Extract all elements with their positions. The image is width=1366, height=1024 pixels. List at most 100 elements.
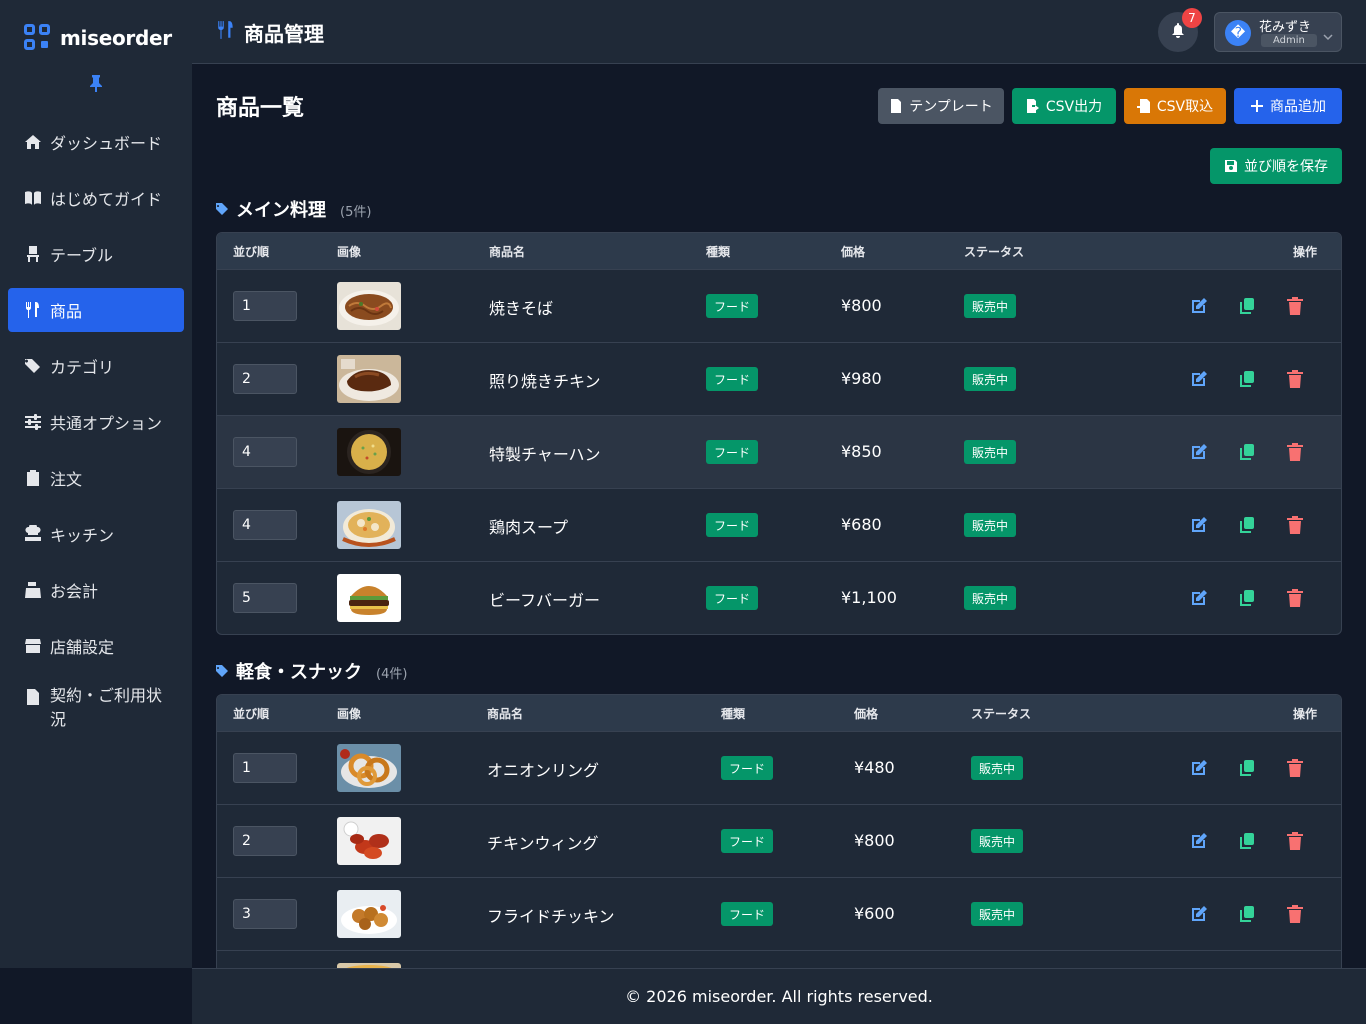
status-badge: 販売中	[964, 440, 1016, 464]
product-price: ¥980	[841, 369, 882, 388]
section-name: 軽食・スナック	[236, 662, 362, 683]
delete-icon[interactable]	[1285, 296, 1305, 316]
cash-register-icon	[24, 581, 42, 599]
header-title-text: 商品管理	[244, 22, 324, 46]
add-product-button-label: 商品追加	[1270, 99, 1326, 115]
sidebar-item-store-settings[interactable]: 店舗設定	[8, 624, 184, 668]
edit-icon[interactable]	[1189, 758, 1209, 778]
table-row[interactable]: 2 照り焼きチキン フード ¥980 販売中	[217, 342, 1341, 415]
save-order-button[interactable]: 並び順を保存	[1210, 148, 1342, 184]
status-badge: 販売中	[971, 756, 1023, 780]
yakisoba-photo	[337, 282, 401, 330]
order-input[interactable]: 4	[233, 510, 297, 540]
delete-icon[interactable]	[1285, 588, 1305, 608]
sidebar-item-dashboard[interactable]: ダッシュボード	[8, 120, 184, 164]
sliders-icon	[24, 413, 42, 431]
table-row[interactable]: 1 オニオンリング フード ¥480 販売中	[217, 731, 1341, 804]
sidebar-item-tables[interactable]: テーブル	[8, 232, 184, 276]
table-row[interactable]: 4 鶏肉スープ フード ¥680 販売中	[217, 488, 1341, 561]
edit-icon[interactable]	[1189, 588, 1209, 608]
fried-rice-photo	[337, 428, 401, 476]
sidebar-item-categories[interactable]: カテゴリ	[8, 344, 184, 388]
type-badge: フード	[706, 440, 758, 464]
product-name: 特製チャーハン	[489, 445, 601, 464]
table-header: 並び順 画像 商品名 種類 価格 ステータス 操作	[217, 695, 1341, 731]
chair-icon	[24, 245, 42, 263]
product-price: ¥1,100	[841, 588, 897, 607]
section-name: メイン料理	[236, 200, 326, 221]
footer: © 2026 miseorder. All rights reserved.	[192, 968, 1366, 1024]
pin-icon[interactable]	[88, 74, 104, 92]
sidebar-item-label: 注文	[50, 470, 83, 489]
sidebar-item-guide[interactable]: はじめてガイド	[8, 176, 184, 220]
copy-icon[interactable]	[1237, 904, 1257, 924]
sidebar-item-kitchen[interactable]: キッチン	[8, 512, 184, 556]
table-row[interactable]: 2 チキンウィング フード ¥800 販売中	[217, 804, 1341, 877]
sidebar-item-label: テーブル	[50, 246, 114, 265]
column-header-status: ステータス	[964, 245, 1025, 259]
type-badge: フード	[706, 586, 758, 610]
chef-icon	[24, 525, 42, 543]
template-button[interactable]: テンプレート	[878, 88, 1004, 124]
order-input[interactable]: 1	[233, 291, 297, 321]
order-input[interactable]: 4	[233, 437, 297, 467]
edit-icon[interactable]	[1189, 296, 1209, 316]
sidebar-item-orders[interactable]: 注文	[8, 456, 184, 500]
sidebar-item-products[interactable]: 商品	[8, 288, 184, 332]
copy-icon[interactable]	[1237, 515, 1257, 535]
delete-icon[interactable]	[1285, 515, 1305, 535]
user-menu[interactable]: � 花みずき Admin	[1214, 12, 1342, 52]
type-badge: フード	[706, 294, 758, 318]
product-name: フライドチッキン	[487, 907, 615, 926]
edit-icon[interactable]	[1189, 904, 1209, 924]
table-row[interactable]: 5 ビーフバーガー フード ¥1,100 販売中	[217, 561, 1341, 634]
order-input[interactable]: 2	[233, 364, 297, 394]
csv-export-button[interactable]: CSV出力	[1012, 88, 1116, 124]
type-badge: フード	[721, 902, 773, 926]
edit-icon[interactable]	[1189, 369, 1209, 389]
copy-icon[interactable]	[1237, 296, 1257, 316]
copy-icon[interactable]	[1237, 369, 1257, 389]
status-badge: 販売中	[964, 586, 1016, 610]
status-badge: 販売中	[964, 294, 1016, 318]
sidebar-item-checkout[interactable]: お会計	[8, 568, 184, 612]
copy-icon[interactable]	[1237, 588, 1257, 608]
sidebar-item-label: 契約・ご利用状況	[50, 686, 163, 729]
sidebar-nav: ダッシュボード はじめてガイド テーブル 商品 カテゴリ 共通オプション 注文	[8, 120, 184, 748]
section-count: (5件)	[340, 205, 372, 220]
status-badge: 販売中	[964, 367, 1016, 391]
delete-icon[interactable]	[1285, 369, 1305, 389]
add-product-button[interactable]: 商品追加	[1234, 88, 1342, 124]
sidebar-item-label: カテゴリ	[50, 358, 115, 377]
sidebar-item-common-options[interactable]: 共通オプション	[8, 400, 184, 444]
table-row-partial[interactable]	[217, 950, 1341, 968]
table-row[interactable]: 3 フライドチッキン フード ¥600 販売中	[217, 877, 1341, 950]
edit-icon[interactable]	[1189, 442, 1209, 462]
copy-icon[interactable]	[1237, 831, 1257, 851]
order-input[interactable]: 2	[233, 826, 297, 856]
column-header-image: 画像	[337, 245, 362, 259]
product-name: チキンウィング	[487, 834, 599, 853]
delete-icon[interactable]	[1285, 904, 1305, 924]
delete-icon[interactable]	[1285, 758, 1305, 778]
delete-icon[interactable]	[1285, 831, 1305, 851]
order-input[interactable]: 5	[233, 583, 297, 613]
avatar: �	[1225, 20, 1251, 46]
edit-icon[interactable]	[1189, 515, 1209, 535]
sidebar-item-contract[interactable]: 契約・ご利用状況	[8, 680, 184, 736]
order-input[interactable]: 1	[233, 753, 297, 783]
table-row[interactable]: 1 焼きそば フード ¥800 販売中	[217, 269, 1341, 342]
edit-icon[interactable]	[1189, 831, 1209, 851]
save-icon	[1225, 160, 1237, 172]
sidebar: miseorder ダッシュボード はじめてガイド テーブル 商品 カテゴリ 共…	[0, 0, 192, 968]
logo[interactable]: miseorder	[24, 24, 172, 52]
tags-icon	[24, 357, 42, 375]
column-header-name: 商品名	[487, 707, 524, 721]
delete-icon[interactable]	[1285, 442, 1305, 462]
csv-import-button[interactable]: CSV取込	[1124, 88, 1226, 124]
copy-icon[interactable]	[1237, 758, 1257, 778]
copy-icon[interactable]	[1237, 442, 1257, 462]
order-input[interactable]: 3	[233, 899, 297, 929]
notification-button[interactable]: 7	[1158, 8, 1202, 52]
table-row[interactable]: 4 特製チャーハン フード ¥850 販売中	[217, 415, 1341, 488]
